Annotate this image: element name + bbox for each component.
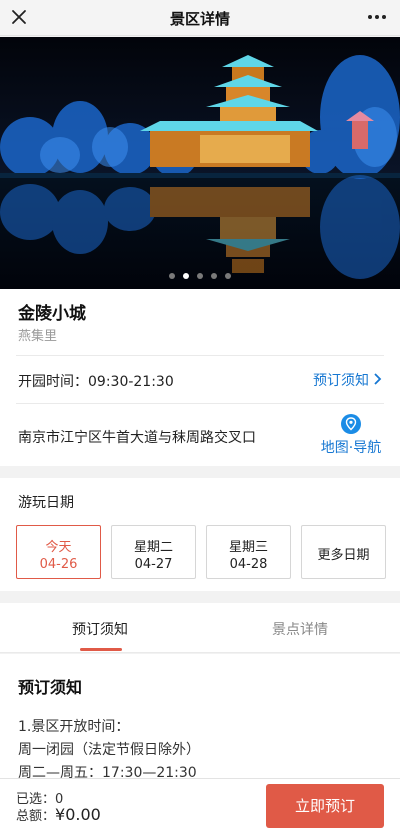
notice-line: 1.景区开放时间：: [18, 719, 130, 735]
section-title: 游玩日期: [18, 495, 74, 511]
divider: [16, 355, 384, 356]
carousel-indicator: [0, 273, 400, 279]
date-day: 星期二: [133, 540, 173, 555]
hero-carousel[interactable]: [0, 37, 400, 289]
more-dates-label: 更多日期: [317, 548, 370, 563]
booking-notice-link[interactable]: 预订须知: [313, 370, 382, 390]
more-icon[interactable]: [366, 12, 388, 22]
date-option-tuesday[interactable]: 星期二 04-27: [111, 525, 196, 579]
page-title: 景区详情: [169, 10, 230, 28]
detail-tabs: 预订须知 景点详情: [0, 603, 400, 653]
booking-notice-label: 预订须知: [313, 373, 369, 389]
total-label: 总额：: [16, 809, 56, 824]
total-value: ¥0.00: [55, 805, 101, 824]
date-option-today[interactable]: 今天 04-26: [16, 525, 101, 579]
booking-notice-content: 预订须知 1.景区开放时间： 周一闭园（法定节假日除外） 周二—周五：17:30…: [0, 654, 400, 778]
hero-image: [0, 37, 400, 289]
active-tab-indicator: [80, 648, 122, 651]
map-navigation-label: 地图·导航: [320, 440, 382, 456]
bottom-bar: 已选：0 总额：¥0.00 立即预订: [0, 778, 400, 838]
tab-booking-notice[interactable]: 预订须知: [0, 619, 200, 639]
attraction-subname: 燕集里: [18, 329, 58, 344]
carousel-dot[interactable]: [211, 273, 217, 279]
date-value: 04-28: [229, 557, 268, 572]
book-now-button[interactable]: 立即预订: [266, 784, 384, 828]
carousel-dot-active[interactable]: [183, 273, 189, 279]
address: 南京市江宁区牛首大道与秣周路交叉口: [18, 430, 256, 446]
notice-line: 周二—周五：17:30—21:30: [18, 765, 197, 778]
date-value: 04-26: [39, 557, 78, 572]
tab-attraction-details[interactable]: 景点详情: [200, 619, 400, 639]
play-date-section: 游玩日期 今天 04-26 星期二 04-27 星期三 04-28 更多日期: [0, 478, 400, 591]
carousel-dot[interactable]: [197, 273, 203, 279]
content-title: 预订须知: [18, 678, 83, 697]
total-amount: 总额：¥0.00: [16, 805, 101, 824]
chevron-right-icon: [374, 373, 382, 385]
location-pin-icon: [341, 414, 361, 434]
map-navigation-button[interactable]: 地图·导航: [318, 413, 384, 457]
date-day: 今天: [45, 540, 72, 555]
date-option-wednesday[interactable]: 星期三 04-28: [206, 525, 291, 579]
date-value: 04-27: [134, 557, 173, 572]
more-dates-button[interactable]: 更多日期: [301, 525, 386, 579]
top-bar: 景区详情: [0, 0, 400, 36]
carousel-dot[interactable]: [225, 273, 231, 279]
opening-hours: 开园时间：09:30-21:30: [18, 374, 174, 390]
divider: [16, 403, 384, 404]
date-day: 星期三: [228, 540, 268, 555]
carousel-dot[interactable]: [169, 273, 175, 279]
notice-line: 周一闭园（法定节假日除外）: [18, 742, 200, 758]
attraction-info: 金陵小城 燕集里 开园时间：09:30-21:30 预订须知 南京市江宁区牛首大…: [0, 289, 400, 466]
attraction-name: 金陵小城: [18, 304, 86, 324]
